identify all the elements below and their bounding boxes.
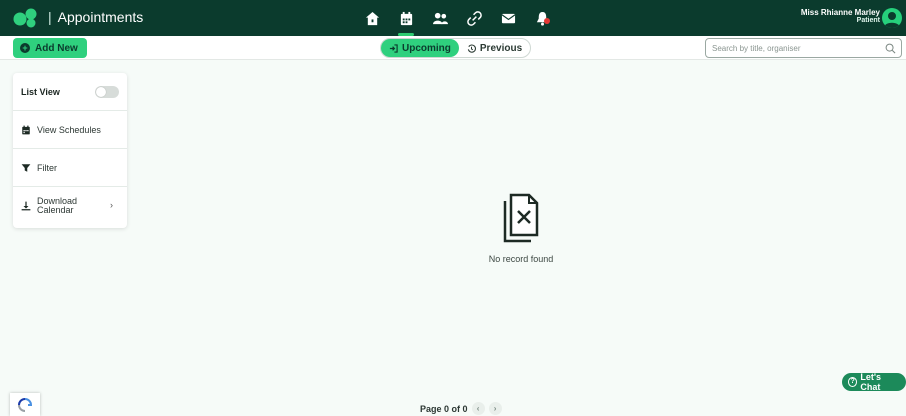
search-input[interactable]	[712, 41, 882, 55]
search-icon[interactable]	[885, 43, 896, 54]
nav-people[interactable]	[423, 6, 457, 30]
list-view-label: List View	[21, 86, 60, 97]
link-icon	[466, 10, 482, 26]
download-icon	[21, 201, 31, 211]
list-view-row: List View	[13, 73, 127, 111]
empty-message: No record found	[488, 254, 554, 264]
lets-chat-button[interactable]: ? Let's Chat	[842, 372, 906, 392]
chevron-right-icon: ›	[493, 404, 497, 413]
title-separator: |	[48, 9, 52, 25]
pagination: Page 0 of 0 ‹ ›	[420, 402, 502, 415]
notification-dot	[544, 18, 550, 24]
download-calendar-label: Download Calendar	[37, 197, 77, 215]
chevron-right-icon: ›	[110, 200, 113, 210]
calendar-icon	[22, 125, 30, 134]
nav-appointments[interactable]	[389, 6, 423, 36]
list-view-toggle[interactable]	[95, 86, 119, 98]
nav-messages[interactable]	[491, 6, 525, 30]
plus-circle-icon: +	[20, 43, 30, 53]
main-nav	[355, 6, 559, 36]
search-box	[705, 38, 902, 58]
nav-links[interactable]	[457, 6, 491, 30]
add-new-label: Add New	[35, 42, 78, 54]
toggle-knob	[96, 87, 106, 97]
tab-previous[interactable]: Previous	[459, 39, 530, 57]
add-new-button[interactable]: + Add New	[13, 38, 87, 58]
calendar-icon	[400, 11, 412, 25]
app-logo-icon[interactable]	[13, 8, 39, 28]
sign-in-icon	[389, 43, 398, 53]
filter-label: Filter	[37, 162, 57, 173]
home-icon	[365, 11, 379, 25]
history-icon	[467, 44, 476, 53]
avatar[interactable]	[882, 8, 902, 28]
user-avatar-icon	[884, 12, 900, 28]
users-icon	[432, 12, 448, 24]
prev-page-button[interactable]: ‹	[471, 402, 485, 415]
recaptcha-icon	[18, 397, 33, 412]
sidebar-panel: List View View Schedules Filter Download…	[13, 73, 127, 228]
help-icon: ?	[848, 377, 858, 387]
user-role: Patient	[856, 17, 880, 24]
app-title: | Appointments	[48, 9, 143, 25]
filter-icon	[21, 163, 31, 172]
toolbar: + Add New Upcoming Previous	[0, 36, 906, 60]
user-info[interactable]: Miss Rhianne Marley Patient	[801, 8, 880, 24]
user-name: Miss Rhianne Marley	[800, 8, 880, 17]
empty-state: No record found	[476, 193, 566, 264]
sidebar-item-download-calendar[interactable]: Download Calendar ›	[13, 187, 127, 225]
next-page-button[interactable]: ›	[488, 402, 502, 415]
tab-upcoming[interactable]: Upcoming	[381, 39, 459, 57]
view-schedules-label: View Schedules	[37, 124, 101, 135]
download-label-line2: Calendar	[37, 205, 74, 215]
recaptcha-badge[interactable]	[10, 393, 40, 416]
nav-notifications[interactable]	[525, 6, 559, 30]
app-title-text: Appointments	[57, 9, 144, 25]
chat-label: Let's Chat	[860, 372, 881, 392]
upcoming-label: Upcoming	[402, 42, 451, 54]
mail-icon	[501, 13, 515, 23]
previous-label: Previous	[479, 42, 523, 54]
no-records-document-icon	[503, 193, 539, 243]
chevron-left-icon: ‹	[476, 404, 480, 413]
top-navbar: | Appointments Miss Rhianne Marley Patien…	[0, 0, 906, 36]
nav-home[interactable]	[355, 6, 389, 30]
sidebar-item-view-schedules[interactable]: View Schedules	[13, 111, 127, 149]
page-label: Page 0 of 0	[420, 403, 468, 414]
sidebar-item-filter[interactable]: Filter	[13, 149, 127, 187]
upcoming-previous-toggle: Upcoming Previous	[380, 38, 532, 58]
